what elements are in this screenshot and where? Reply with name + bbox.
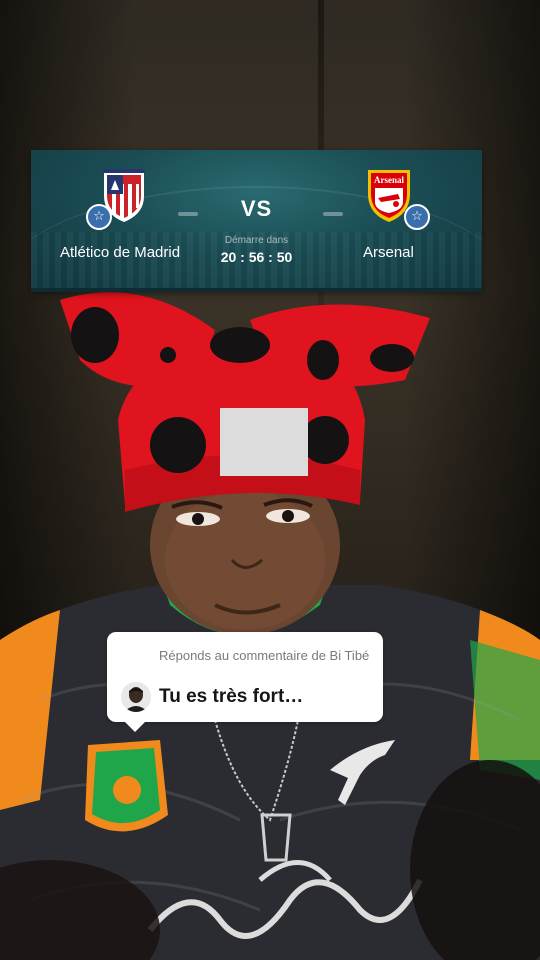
reply-comment-text: Tu es très fort… bbox=[159, 686, 304, 707]
arsenal-crest-text: Arsenal bbox=[374, 175, 404, 185]
comment-reply-bubble[interactable]: Réponds au commentaire de Bi Tibé Tu es … bbox=[107, 632, 383, 732]
starts-in-label: Démarre dans bbox=[224, 235, 289, 246]
person-image bbox=[0, 292, 540, 960]
banner-bottom-bar bbox=[31, 288, 482, 292]
match-banner[interactable]: ☆ Arsenal ☆ Atlético de Madrid Arsenal V… bbox=[31, 150, 482, 292]
reply-header: Réponds au commentaire de Bi Tibé bbox=[159, 648, 370, 663]
countdown-timer: 20 : 56 : 50 bbox=[220, 249, 293, 265]
video-screen[interactable]: ☆ Arsenal ☆ Atlético de Madrid Arsenal V… bbox=[0, 0, 540, 960]
vs-label: VS bbox=[240, 196, 273, 221]
avatar[interactable] bbox=[121, 682, 151, 712]
avatar-image bbox=[121, 682, 151, 712]
